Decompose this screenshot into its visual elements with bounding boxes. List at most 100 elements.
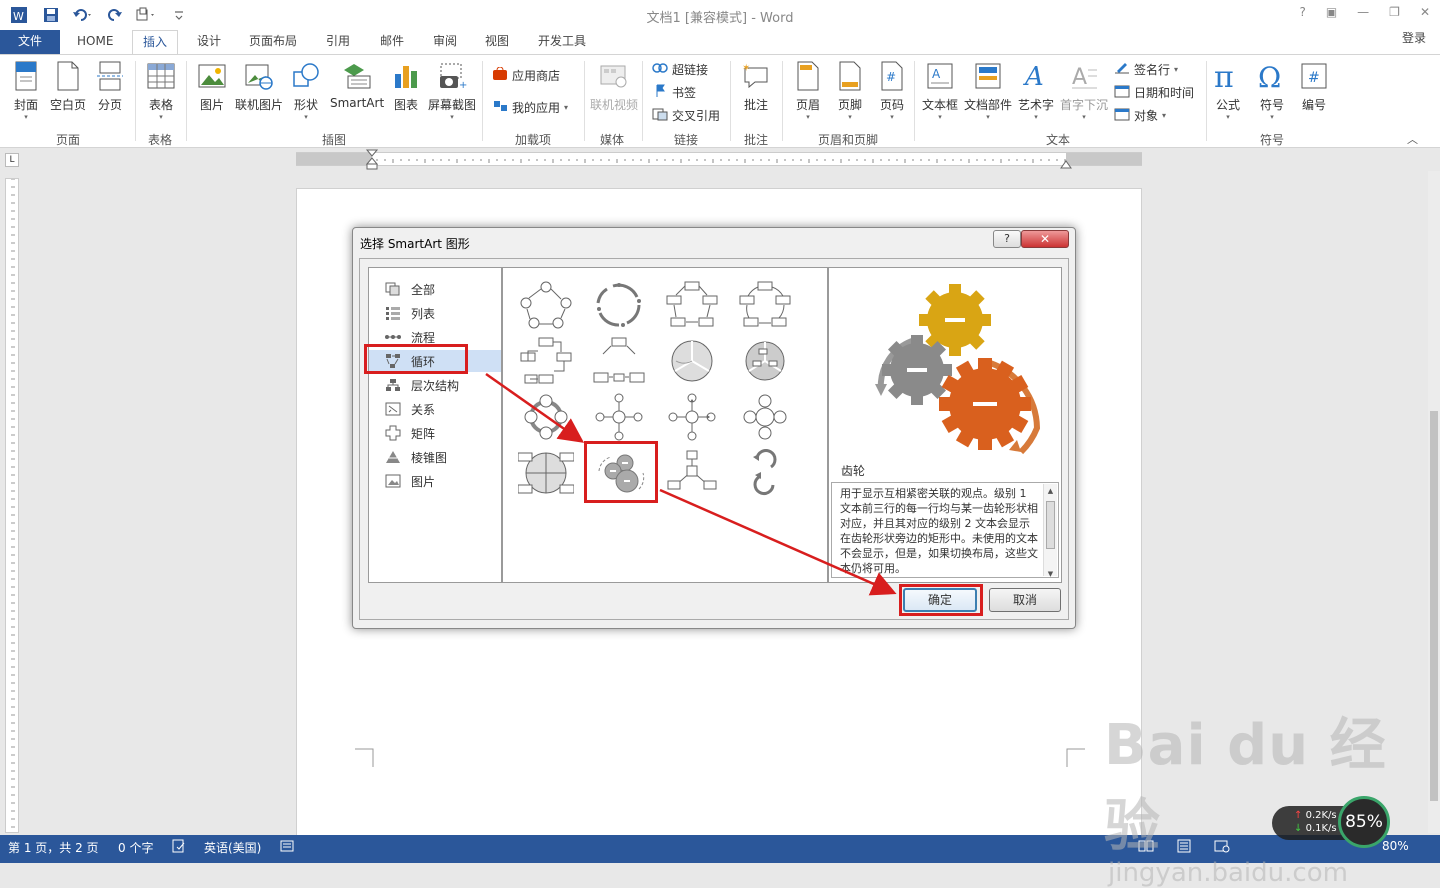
cancel-button[interactable]: 取消 bbox=[989, 588, 1061, 612]
dialog-help-button[interactable]: ? bbox=[993, 230, 1021, 248]
svg-text:A: A bbox=[1023, 62, 1044, 91]
category-all[interactable]: 全部 bbox=[369, 278, 501, 300]
tab-selector-icon[interactable]: L bbox=[5, 153, 19, 167]
layout-cycle-matrix[interactable] bbox=[518, 336, 574, 386]
category-matrix[interactable]: 矩阵 bbox=[369, 422, 501, 444]
category-relationship[interactable]: 关系 bbox=[369, 398, 501, 420]
login-link[interactable]: 登录 bbox=[1402, 30, 1426, 46]
layout-radial-venn[interactable] bbox=[737, 392, 793, 442]
layout-diverging-radial[interactable] bbox=[664, 392, 720, 442]
app-store-button[interactable]: 应用商店 bbox=[492, 66, 560, 84]
category-pyramid[interactable]: 棱锥图 bbox=[369, 446, 501, 468]
highlight-ok-button bbox=[899, 584, 983, 616]
process-category-icon bbox=[383, 330, 403, 344]
table-button[interactable]: 表格 ▾ bbox=[145, 59, 177, 121]
omega-icon: Ω bbox=[1256, 59, 1288, 93]
category-picture[interactable]: 图片 bbox=[369, 470, 501, 492]
cover-page-button[interactable]: 封面 ▾ bbox=[10, 59, 42, 121]
layout-converging-radial[interactable] bbox=[664, 448, 720, 498]
dropcap-button[interactable]: A 首字下沉 ▾ bbox=[1060, 59, 1108, 121]
tab-developer[interactable]: 开发工具 bbox=[538, 30, 586, 54]
layout-radial-cycle[interactable] bbox=[591, 336, 647, 386]
close-button[interactable]: ✕ bbox=[1420, 5, 1430, 19]
hyperlink-button[interactable]: 超链接 bbox=[652, 61, 708, 78]
header-button[interactable]: 页眉 ▾ bbox=[792, 59, 824, 121]
textbox-button[interactable]: A 文本框 ▾ bbox=[922, 59, 958, 121]
object-button[interactable]: 对象 ▾ bbox=[1114, 107, 1166, 124]
online-picture-button[interactable]: 联机图片 bbox=[235, 59, 283, 113]
page-count[interactable]: 第 1 页，共 2 页 bbox=[8, 839, 99, 856]
tab-layout[interactable]: 页面布局 bbox=[249, 30, 297, 54]
horizontal-ruler[interactable] bbox=[296, 152, 1142, 166]
right-indent-marker-icon[interactable] bbox=[1060, 158, 1072, 169]
category-hierarchy[interactable]: 层次结构 bbox=[369, 374, 501, 396]
datetime-button[interactable]: 日期和时间 bbox=[1114, 84, 1194, 101]
smartart-button[interactable]: SmartArt bbox=[330, 59, 384, 110]
wordart-button[interactable]: A 艺术字 ▾ bbox=[1018, 59, 1054, 121]
ruler-left-margin bbox=[296, 153, 372, 165]
picture-button[interactable]: 图片 bbox=[196, 59, 228, 113]
svg-text:#: # bbox=[886, 70, 896, 84]
signature-line-button[interactable]: 签名行 ▾ bbox=[1114, 61, 1178, 78]
layout-radial-cluster[interactable] bbox=[591, 392, 647, 442]
word-count[interactable]: 0 个字 bbox=[118, 839, 153, 856]
tab-design[interactable]: 设计 bbox=[197, 30, 221, 54]
tab-home[interactable]: HOME bbox=[77, 30, 113, 54]
minimize-button[interactable]: — bbox=[1357, 5, 1369, 19]
preview-description[interactable]: 用于显示互相紧密关联的观点。级别 1 文本前三行的每一行均与某一齿轮形状相对应，… bbox=[831, 482, 1059, 578]
layout-text-cycle[interactable] bbox=[591, 280, 647, 330]
proofing-icon[interactable] bbox=[172, 839, 186, 856]
pyramid-category-icon bbox=[383, 450, 403, 464]
restore-button[interactable]: ❐ bbox=[1389, 5, 1400, 19]
number-button[interactable]: # 编号 bbox=[1298, 59, 1330, 113]
layout-segmented-pie[interactable] bbox=[664, 336, 720, 386]
tab-view[interactable]: 视图 bbox=[485, 30, 509, 54]
language[interactable]: 英语(美国) bbox=[204, 839, 261, 856]
vertical-ruler[interactable] bbox=[5, 178, 19, 833]
help-button[interactable]: ? bbox=[1299, 5, 1305, 19]
description-scrollbar[interactable]: ▲ ▼ bbox=[1043, 484, 1057, 577]
collapse-ribbon-icon[interactable]: ︿ bbox=[1407, 131, 1418, 147]
chart-button[interactable]: 图表 bbox=[390, 59, 422, 113]
layout-cycle-matrix-quad[interactable] bbox=[518, 448, 574, 498]
my-apps-button[interactable]: 我的应用 ▾ bbox=[492, 99, 568, 116]
screenshot-button[interactable]: + 屏幕截图 ▾ bbox=[428, 59, 476, 121]
ribbon-insert: 封面 ▾ 空白页 分页 页面 表格 ▾ 表格 图片 联机图片 形状 ▾ SmartAr… bbox=[0, 54, 1440, 148]
screenshot-icon: + bbox=[436, 59, 468, 93]
tab-references[interactable]: 引用 bbox=[326, 30, 350, 54]
ribbon-display-icon[interactable]: ▣ bbox=[1326, 5, 1337, 19]
layout-segmented-cycle[interactable] bbox=[737, 280, 793, 330]
comment-button[interactable]: ✶ 批注 bbox=[740, 59, 772, 113]
online-video-button[interactable]: 联机视频 bbox=[590, 59, 638, 113]
quick-parts-button[interactable]: 文档部件 ▾ bbox=[964, 59, 1012, 121]
symbol-button[interactable]: Ω 符号 ▾ bbox=[1256, 59, 1288, 121]
smartart-dialog: 选择 SmartArt 图形 ? ✕ 全部 列表 流程 循环 层次结构 关系 矩… bbox=[352, 227, 1076, 629]
blank-page-button[interactable]: 空白页 bbox=[50, 59, 86, 113]
cross-reference-button[interactable]: 交叉引用 bbox=[652, 107, 720, 124]
group-tables-label: 表格 bbox=[148, 133, 173, 147]
footer-button[interactable]: 页脚 ▾ bbox=[834, 59, 866, 121]
tab-insert[interactable]: 插入 bbox=[132, 30, 179, 54]
bookmark-button[interactable]: 书签 bbox=[652, 84, 696, 101]
layout-block-cycle[interactable] bbox=[664, 280, 720, 330]
picture-category-icon bbox=[383, 474, 403, 488]
dialog-close-button[interactable]: ✕ bbox=[1021, 230, 1069, 248]
macro-record-icon[interactable] bbox=[280, 839, 294, 856]
indent-marker-icon[interactable] bbox=[365, 149, 379, 171]
equation-button[interactable]: π 公式 ▾ bbox=[1212, 59, 1244, 121]
page-break-button[interactable]: 分页 bbox=[94, 59, 126, 113]
group-media-label: 媒体 bbox=[600, 133, 625, 147]
description-scroll-thumb[interactable] bbox=[1046, 501, 1055, 549]
layout-nondirectional-cycle[interactable] bbox=[737, 336, 793, 386]
page-number-button[interactable]: # 页码 ▾ bbox=[876, 59, 908, 121]
category-list-item[interactable]: 列表 bbox=[369, 302, 501, 324]
tab-review[interactable]: 审阅 bbox=[433, 30, 457, 54]
layout-cycle-circle[interactable] bbox=[518, 392, 574, 442]
shapes-button[interactable]: 形状 ▾ bbox=[290, 59, 322, 121]
tab-mailings[interactable]: 邮件 bbox=[380, 30, 404, 54]
network-speed-widget[interactable]: ↑ 0.2K/s ↓ 0.1K/s 85% bbox=[1272, 796, 1390, 848]
layout-cycle-arrows[interactable] bbox=[737, 448, 793, 498]
tab-file[interactable]: 文件 bbox=[0, 30, 60, 54]
number-icon: # bbox=[1298, 59, 1330, 93]
layout-basic-cycle[interactable] bbox=[518, 280, 574, 330]
